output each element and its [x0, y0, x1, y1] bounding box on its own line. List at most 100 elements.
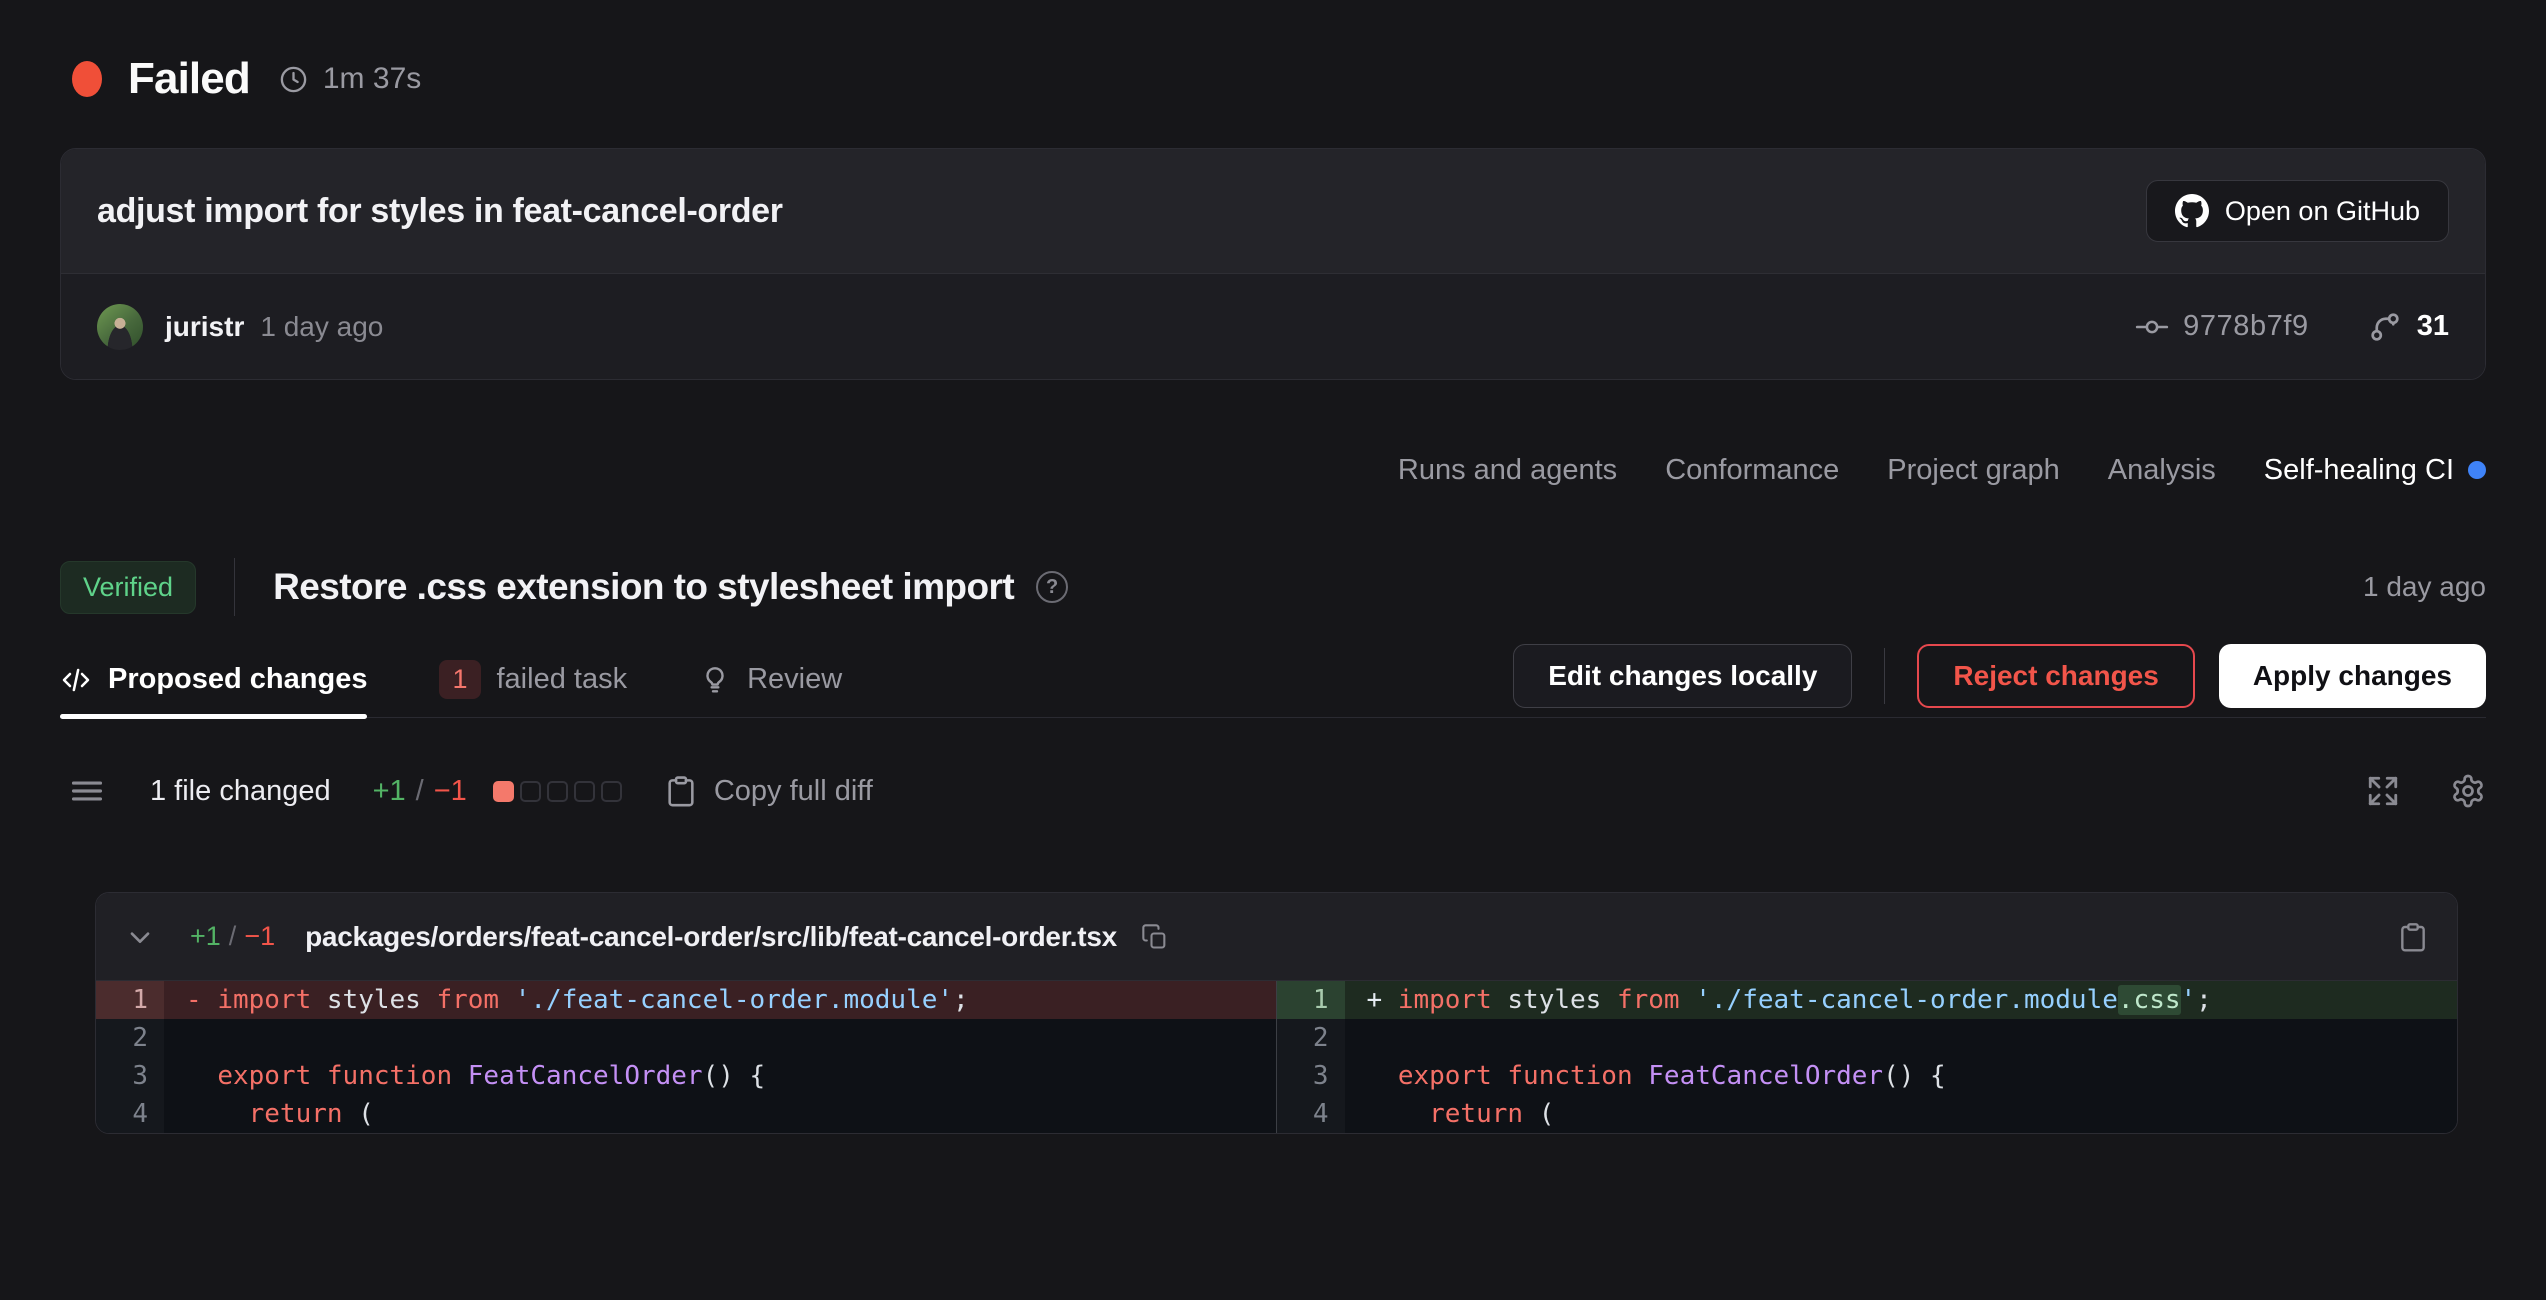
expand-icon[interactable]: [2366, 774, 2400, 808]
failed-status-icon: [72, 61, 102, 97]
tab-label: Proposed changes: [108, 663, 367, 696]
diff-pane-old: 1- import styles from './feat-cancel-ord…: [96, 981, 1277, 1133]
line-number: 1: [96, 981, 164, 1019]
code-content: [164, 1019, 1276, 1057]
tab-label: failed task: [497, 663, 628, 696]
fix-actions: Edit changes locally Reject changes Appl…: [1513, 644, 2486, 716]
line-number: 3: [96, 1057, 164, 1095]
nav-item-project-graph[interactable]: Project graph: [1887, 454, 2060, 487]
code-content: - import styles from './feat-cancel-orde…: [164, 981, 1276, 1019]
diff-pane-new: 1+ import styles from './feat-cancel-ord…: [1277, 981, 2458, 1133]
branch-count-wrap[interactable]: 31: [2367, 309, 2449, 345]
commit-card-meta: juristr 1 day ago 9778b7f9 31: [61, 274, 2485, 379]
fix-tabs-row: Proposed changes 1 failed task Review Ed…: [60, 642, 2486, 718]
deletions-count: −1: [434, 775, 467, 808]
copy-full-diff-label: Copy full diff: [714, 775, 873, 808]
ci-status-row: Failed 1m 37s: [60, 46, 2486, 112]
workspace-nav: Runs and agents Conformance Project grap…: [60, 440, 2486, 500]
failed-count-badge: 1: [439, 660, 480, 699]
line-number: 2: [1277, 1019, 1345, 1057]
stat-separator: /: [416, 775, 424, 808]
status-label: Failed: [128, 54, 250, 104]
copy-file-diff-icon[interactable]: [2397, 921, 2429, 953]
nav-item-conformance[interactable]: Conformance: [1665, 454, 1839, 487]
open-on-github-label: Open on GitHub: [2225, 196, 2420, 227]
commit-time: 1 day ago: [260, 311, 383, 343]
nav-item-self-healing-ci[interactable]: Self-healing CI: [2264, 454, 2486, 487]
fix-time: 1 day ago: [2363, 571, 2486, 603]
tab-label: Review: [747, 663, 842, 696]
tab-proposed-changes[interactable]: Proposed changes: [60, 642, 367, 717]
branch-count: 31: [2417, 310, 2449, 343]
code-content: return (: [1345, 1095, 2458, 1133]
diff-line[interactable]: 2: [96, 1019, 1276, 1057]
code-content: [1345, 1019, 2458, 1057]
help-icon[interactable]: ?: [1036, 571, 1068, 603]
commit-card: adjust import for styles in feat-cancel-…: [60, 148, 2486, 380]
diff-file-header[interactable]: +1 / −1 packages/orders/feat-cancel-orde…: [96, 893, 2457, 981]
avatar: [97, 304, 143, 350]
copy-full-diff-button[interactable]: Copy full diff: [664, 774, 873, 808]
page: Failed 1m 37s adjust import for styles i…: [0, 46, 2546, 1134]
commit-title: adjust import for styles in feat-cancel-…: [97, 192, 783, 231]
commit-card-header: adjust import for styles in feat-cancel-…: [61, 149, 2485, 274]
diff-toolbar: 1 file changed +1 / −1 Copy full diff: [60, 758, 2486, 824]
open-on-github-button[interactable]: Open on GitHub: [2146, 180, 2449, 242]
fix-header: Verified Restore .css extension to style…: [60, 556, 2486, 618]
diff-body: 1- import styles from './feat-cancel-ord…: [96, 981, 2457, 1133]
bulb-icon: [699, 664, 731, 696]
ratio-block: [547, 781, 568, 802]
file-additions: +1: [190, 921, 221, 952]
code-icon: [60, 664, 92, 696]
nav-item-analysis[interactable]: Analysis: [2108, 454, 2216, 487]
diff-line[interactable]: 4 return (: [1277, 1095, 2458, 1133]
change-ratio-blocks: [493, 781, 622, 802]
branch-icon: [2367, 309, 2403, 345]
edit-changes-locally-button[interactable]: Edit changes locally: [1513, 644, 1852, 708]
gear-icon[interactable]: [2450, 773, 2486, 809]
line-number: 3: [1277, 1057, 1345, 1095]
duration-label: 1m 37s: [323, 62, 421, 96]
apply-changes-button[interactable]: Apply changes: [2219, 644, 2486, 708]
commit-meta: 9778b7f9 31: [2135, 309, 2449, 345]
line-number: 4: [96, 1095, 164, 1133]
diff-line[interactable]: 2: [1277, 1019, 2458, 1057]
tab-failed-task[interactable]: 1 failed task: [439, 642, 627, 717]
fix-title: Restore .css extension to stylesheet imp…: [273, 566, 1014, 608]
line-number: 4: [1277, 1095, 1345, 1133]
clock-icon: [278, 64, 309, 95]
files-changed-label: 1 file changed: [150, 775, 331, 808]
notification-dot-icon: [2468, 461, 2486, 479]
ratio-block: [493, 781, 514, 802]
file-deletions: −1: [244, 921, 275, 952]
verified-badge: Verified: [60, 561, 196, 614]
diff-toolbar-right: [2366, 773, 2486, 809]
divider: [234, 558, 235, 616]
author-name: juristr: [165, 311, 244, 343]
code-content: + import styles from './feat-cancel-orde…: [1345, 981, 2458, 1019]
line-number: 2: [96, 1019, 164, 1057]
github-icon: [2175, 194, 2209, 228]
clipboard-icon: [664, 774, 698, 808]
code-content: export function FeatCancelOrder() {: [164, 1057, 1276, 1095]
nav-item-label: Self-healing CI: [2264, 454, 2454, 487]
tab-review[interactable]: Review: [699, 642, 842, 717]
ratio-block: [574, 781, 595, 802]
additions-count: +1: [373, 775, 406, 808]
diff-line[interactable]: 1+ import styles from './feat-cancel-ord…: [1277, 981, 2458, 1019]
chevron-down-icon[interactable]: [124, 921, 156, 953]
nav-item-runs-and-agents[interactable]: Runs and agents: [1398, 454, 1617, 487]
diff-line[interactable]: 3 export function FeatCancelOrder() {: [96, 1057, 1276, 1095]
menu-icon[interactable]: [68, 772, 106, 810]
copy-path-icon[interactable]: [1141, 923, 1169, 951]
reject-changes-button[interactable]: Reject changes: [1917, 644, 2194, 708]
diff-line[interactable]: 1- import styles from './feat-cancel-ord…: [96, 981, 1276, 1019]
file-stat-separator: /: [229, 921, 237, 952]
line-number: 1: [1277, 981, 1345, 1019]
diff-line[interactable]: 3 export function FeatCancelOrder() {: [1277, 1057, 2458, 1095]
code-content: return (: [164, 1095, 1276, 1133]
diff-line[interactable]: 4 return (: [96, 1095, 1276, 1133]
commit-hash[interactable]: 9778b7f9: [2183, 310, 2309, 343]
ratio-block: [520, 781, 541, 802]
commit-author: juristr 1 day ago: [97, 304, 383, 350]
